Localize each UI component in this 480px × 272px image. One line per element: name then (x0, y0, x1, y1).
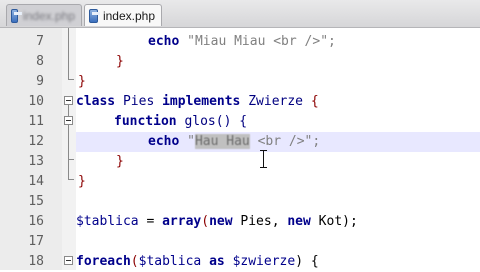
code-text: } (116, 154, 124, 169)
code-line: 8 } (0, 52, 480, 72)
tab-label: index.php (22, 8, 75, 23)
php-file-icon (89, 8, 100, 23)
line-number: 9 (36, 74, 44, 89)
current-line: echo "Hau Hau <br />"; (76, 132, 480, 152)
variable: $tablica (138, 254, 202, 269)
code-text: } (78, 174, 86, 189)
code-text: foreach($tablica as $zwierze) { (76, 252, 319, 272)
code-line: 15 (0, 192, 480, 212)
code-token: Kot); (310, 214, 358, 229)
line-number: 13 (28, 154, 44, 169)
code-line: 17 (0, 232, 480, 252)
text-cursor-icon (260, 150, 267, 168)
code-line: 13 } (0, 152, 480, 172)
interface-name: Zwierze (248, 94, 304, 109)
code-line: 18 foreach($tablica as $zwierze) { (0, 252, 480, 272)
code-line: 16 $tablica = array(new Pies, new Kot); (0, 212, 480, 232)
line-number: 16 (28, 214, 44, 229)
code-line: 7 echo "Miau Miau <br />"; (0, 32, 480, 52)
variable: $tablica (76, 214, 139, 229)
line-number: 18 (28, 254, 44, 269)
class-name: Pies (122, 94, 155, 109)
keyword: new (209, 214, 233, 229)
keyword: as (201, 254, 233, 269)
keyword: implements (162, 94, 241, 109)
php-file-icon (11, 8, 22, 23)
line-number: 10 (28, 94, 44, 109)
code-line: 14 } (0, 172, 480, 192)
line-number-row: 12 (0, 132, 50, 152)
tab-label: index.php (102, 8, 155, 23)
tab-bar: index.php index.php (0, 0, 480, 28)
code-token: ) { (295, 254, 319, 269)
code-text: } (116, 54, 124, 69)
operator: = (138, 214, 163, 229)
code-token: Pies, (232, 214, 288, 229)
tab-inactive[interactable]: index.php (6, 4, 82, 26)
string: <br />"; (249, 134, 321, 149)
code-text: class Pies implements Zwierze { (76, 92, 319, 112)
keyword: function (114, 114, 177, 129)
brace: { (310, 94, 319, 109)
code-line: 11 function glos() { (0, 112, 480, 132)
keyword: new (287, 214, 311, 229)
function-name: glos() { (184, 114, 248, 129)
keyword: class (76, 94, 116, 109)
keyword: echo (148, 134, 180, 149)
line-number: 17 (28, 234, 44, 249)
line-number: 14 (28, 174, 44, 189)
line-number: 7 (36, 34, 44, 49)
string: "Miau Miau <br />"; (187, 34, 336, 49)
paren: ( (201, 214, 210, 229)
keyword: foreach (76, 254, 131, 269)
code-line: 10 class Pies implements Zwierze { (0, 92, 480, 112)
code-text: echo "Miau Miau <br />"; (148, 32, 336, 52)
line-number: 8 (36, 54, 44, 69)
keyword: echo (148, 34, 180, 49)
line-number: 15 (28, 194, 44, 209)
code-text: echo "Hau Hau <br />"; (148, 132, 320, 152)
keyword: array (162, 214, 202, 229)
line-number: 12 (28, 134, 44, 149)
line-number: 11 (28, 114, 44, 129)
code-text: function glos() { (114, 112, 247, 132)
string-quote: " (187, 134, 195, 149)
paren: ( (130, 254, 139, 269)
selected-text[interactable]: Hau Hau (194, 134, 250, 149)
code-line: 9 } (0, 72, 480, 92)
tab-index-php[interactable]: index.php (84, 4, 162, 26)
code-text: $tablica = array(new Pies, new Kot); (76, 212, 358, 232)
code-text: } (78, 74, 86, 89)
variable: $zwierze (232, 254, 296, 269)
